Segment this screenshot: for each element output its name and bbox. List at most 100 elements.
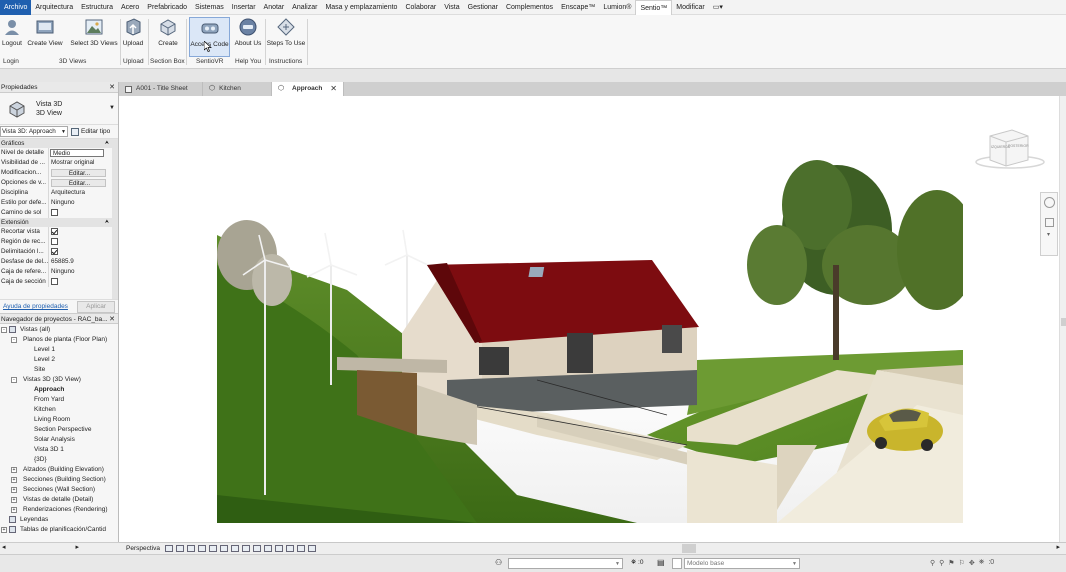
menu-modificar[interactable]: Modificar xyxy=(672,0,708,15)
menu-prefabricado[interactable]: Prefabricado xyxy=(143,0,191,15)
expand-icon[interactable]: + xyxy=(11,467,17,473)
menu-arquitectura[interactable]: Arquitectura xyxy=(31,0,77,15)
menu-lumion[interactable]: Lumion® xyxy=(599,0,635,15)
expand-icon[interactable]: + xyxy=(11,477,17,483)
menu-estructura[interactable]: Estructura xyxy=(77,0,117,15)
scale-icon[interactable] xyxy=(165,545,173,552)
filter-icon[interactable]: ⛯ xyxy=(979,559,985,567)
browser-category[interactable]: Leyendas xyxy=(0,515,118,525)
ribbon-toggle-icon[interactable]: ▭▾ xyxy=(709,0,727,15)
select-3d-views-button[interactable]: Select 3D Views xyxy=(70,17,118,55)
property-value[interactable] xyxy=(49,208,112,218)
menu-archivo[interactable]: Archivo xyxy=(0,0,32,15)
type-selector[interactable]: Vista 3D 3D View ▼ xyxy=(0,93,118,125)
visual-style-icon[interactable] xyxy=(187,545,195,552)
expand-icon[interactable]: + xyxy=(1,527,7,533)
property-value[interactable] xyxy=(49,227,112,237)
steering-wheel-icon[interactable] xyxy=(1044,197,1055,208)
close-icon[interactable]: ✕ xyxy=(109,82,115,93)
property-value[interactable] xyxy=(49,237,112,247)
browser-view-item[interactable]: Living Room xyxy=(0,415,118,425)
property-value[interactable]: Mostrar original xyxy=(49,158,112,168)
browser-view-item[interactable]: Level 2 xyxy=(0,355,118,365)
apply-button[interactable]: Aplicar xyxy=(77,300,115,313)
menu-sistemas[interactable]: Sistemas xyxy=(191,0,228,15)
browser-category[interactable]: + Alzados (Building Elevation) xyxy=(0,465,118,475)
chevron-right-icon[interactable]: ▸ xyxy=(1056,543,1060,551)
chevron-right-icon[interactable]: ▸ xyxy=(75,543,79,551)
analysis-icon[interactable] xyxy=(286,545,294,552)
property-section-header[interactable]: Gráficos ⮝ xyxy=(0,139,112,148)
chevron-left-icon[interactable] xyxy=(308,545,316,552)
create-view-button[interactable]: Create View xyxy=(26,17,64,55)
checkbox[interactable] xyxy=(51,237,58,245)
viewcube[interactable]: IZQUIERDA POSTERIOR xyxy=(972,128,1048,174)
browser-category[interactable]: - Vistas (all) xyxy=(0,325,118,335)
browser-view-item[interactable]: Site xyxy=(0,365,118,375)
menu-gestionar[interactable]: Gestionar xyxy=(464,0,502,15)
browser-view-item[interactable]: Section Perspective xyxy=(0,425,118,435)
viewport-vscroll[interactable] xyxy=(1059,96,1066,542)
expand-icon[interactable]: + xyxy=(11,507,17,513)
detail-level-icon[interactable] xyxy=(176,545,184,552)
menu-vista[interactable]: Vista xyxy=(440,0,463,15)
properties-help-link[interactable]: Ayuda de propiedades xyxy=(3,303,68,310)
property-value[interactable]: Editar... xyxy=(51,169,106,177)
about-us-button[interactable]: About Us xyxy=(233,17,263,55)
create-section-box-button[interactable]: Create xyxy=(155,17,181,55)
browser-view-item[interactable]: From Yard xyxy=(0,395,118,405)
menu-enscape[interactable]: Enscape™ xyxy=(557,0,599,15)
menu-complementos[interactable]: Complementos xyxy=(502,0,557,15)
scroll-thumb[interactable] xyxy=(1061,318,1066,326)
drag-elements-icon[interactable]: ✥ xyxy=(969,559,975,567)
menu-anotar[interactable]: Anotar xyxy=(260,0,289,15)
menu-analizar[interactable]: Analizar xyxy=(288,0,321,15)
browser-view-item[interactable]: {3D} xyxy=(0,455,118,465)
checkbox[interactable] xyxy=(51,208,58,216)
property-value[interactable] xyxy=(49,277,112,287)
chevron-left-icon[interactable]: ◂ xyxy=(2,543,6,551)
browser-category[interactable]: - Vistas 3D (3D View) xyxy=(0,375,118,385)
property-value[interactable]: Editar... xyxy=(51,179,106,187)
browser-category[interactable]: - Planos de planta (Floor Plan) xyxy=(0,335,118,345)
steps-to-use-button[interactable]: Steps To Use xyxy=(267,17,305,55)
menu-acero[interactable]: Acero xyxy=(117,0,143,15)
property-value[interactable]: Medio xyxy=(50,149,104,157)
property-value[interactable] xyxy=(49,247,112,257)
tab-title-sheet[interactable]: A001 - Title Sheet xyxy=(119,82,203,96)
constraints-icon[interactable] xyxy=(297,545,305,552)
menu-colaborar[interactable]: Colaborar xyxy=(401,0,440,15)
workset-dropdown[interactable]: ▼ xyxy=(508,558,623,569)
view-instance-dropdown[interactable]: Vista 3D: Approach ▼ xyxy=(0,126,68,137)
render-icon[interactable] xyxy=(220,545,228,552)
show-crop-icon[interactable] xyxy=(242,545,250,552)
select-pinned-icon[interactable]: ⚑ xyxy=(948,559,954,567)
property-value[interactable]: Ninguno xyxy=(49,198,112,208)
browser-category[interactable]: + Vistas de detalle (Detail) xyxy=(0,495,118,505)
menu-sentio[interactable]: Sentio™ xyxy=(635,0,673,15)
worksharing-icon[interactable]: ⚇ xyxy=(495,558,502,567)
checkbox[interactable] xyxy=(51,227,58,235)
browser-category[interactable]: + Secciones (Wall Section) xyxy=(0,485,118,495)
browser-category[interactable]: + Secciones (Building Section) xyxy=(0,475,118,485)
expand-icon[interactable]: + xyxy=(11,487,17,493)
design-options-icon[interactable]: ▤ xyxy=(657,558,665,567)
select-by-face-icon[interactable]: ⚐ xyxy=(959,559,965,567)
browser-category[interactable]: + Renderizaciones (Rendering) xyxy=(0,505,118,515)
browser-view-item[interactable]: Solar Analysis xyxy=(0,435,118,445)
property-value[interactable]: 65885.9 xyxy=(49,257,112,267)
edit-type-button[interactable]: Editar tipo xyxy=(71,127,110,136)
collapse-icon[interactable]: ⮝ xyxy=(105,139,109,148)
sun-path-icon[interactable] xyxy=(198,545,206,552)
browser-category[interactable]: + Tablas de planificación/Cantid xyxy=(0,525,118,535)
rendered-3d-scene[interactable] xyxy=(217,115,963,523)
unlock-view-icon[interactable] xyxy=(253,545,261,552)
tab-kitchen[interactable]: ⬡ Kitchen xyxy=(203,82,272,96)
select-links-icon[interactable]: ⚲ xyxy=(930,559,935,567)
tab-approach[interactable]: ⬡ Approach ✕ xyxy=(272,82,344,96)
design-option-dropdown[interactable]: Modelo base ▼ xyxy=(684,558,800,569)
collapse-icon[interactable]: - xyxy=(11,377,17,383)
collapse-icon[interactable]: - xyxy=(1,327,7,333)
property-section-header[interactable]: Extensión ⮝ xyxy=(0,218,112,227)
browser-view-item[interactable]: Vista 3D 1 xyxy=(0,445,118,455)
